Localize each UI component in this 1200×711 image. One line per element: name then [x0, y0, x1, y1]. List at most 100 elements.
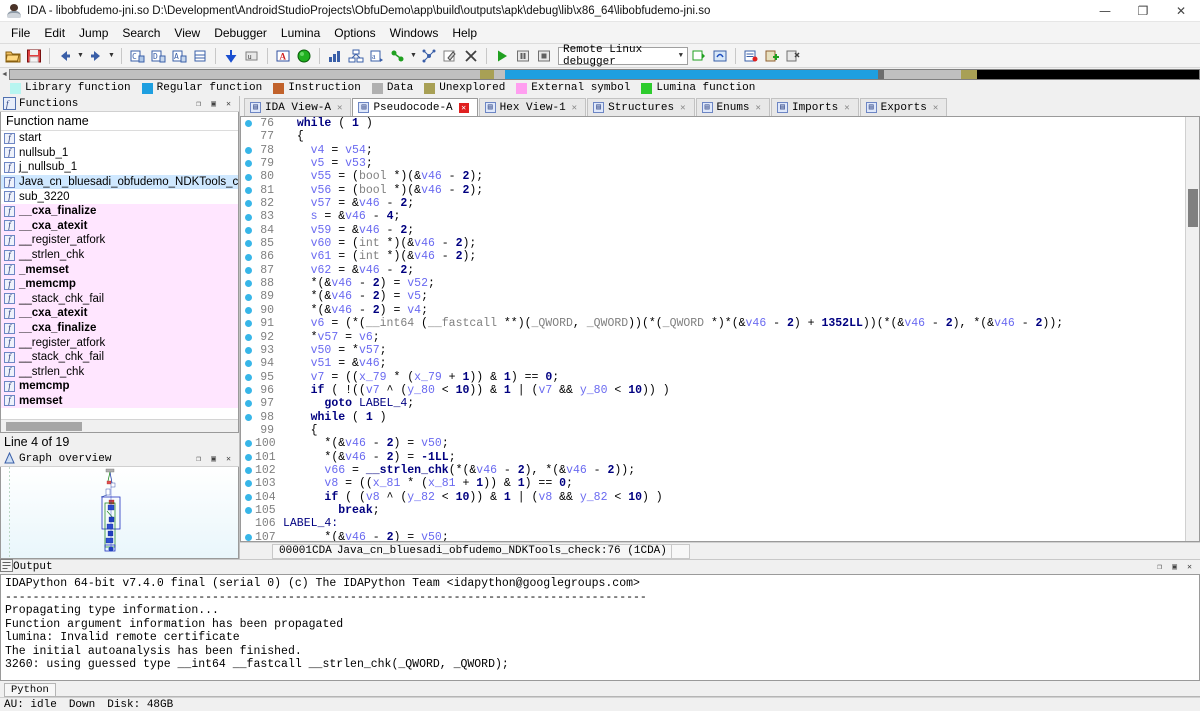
breakpoint-marker-icon[interactable]	[241, 307, 255, 314]
menu-windows[interactable]: Windows	[383, 23, 446, 43]
code-line[interactable]: 86 v61 = (int *)(&v46 - 2);	[241, 250, 1185, 263]
breakpoint-marker-icon[interactable]	[241, 534, 255, 541]
tab-close-icon[interactable]: ✕	[459, 103, 469, 113]
restore-icon[interactable]: ❐	[192, 452, 205, 465]
function-list-item[interactable]: f__strlen_chk	[1, 365, 238, 380]
tab-imports[interactable]: ▤Imports✕	[771, 98, 859, 116]
code-line[interactable]: 105 break;	[241, 504, 1185, 517]
breakpoint-marker-icon[interactable]	[241, 120, 255, 127]
pause-icon[interactable]	[513, 46, 533, 66]
breakpoint-marker-icon[interactable]	[241, 294, 255, 301]
tab-close-icon[interactable]: ✕	[680, 103, 685, 113]
output-log[interactable]: IDAPython 64-bit v7.4.0 final (serial 0)…	[0, 574, 1200, 681]
menu-debugger[interactable]: Debugger	[207, 23, 274, 43]
function-list-item[interactable]: f__stack_chk_fail	[1, 350, 238, 365]
restore-button[interactable]: ❐	[1124, 0, 1162, 22]
function-list-item[interactable]: fsub_3220	[1, 189, 238, 204]
calls-icon[interactable]	[388, 46, 408, 66]
tab-exports[interactable]: ▤Exports✕	[860, 98, 948, 116]
scrollbar-thumb[interactable]	[1188, 189, 1198, 227]
green-circle-icon[interactable]	[294, 46, 314, 66]
function-list-item[interactable]: fnullsub_1	[1, 146, 238, 161]
new-struct-icon[interactable]	[190, 46, 210, 66]
maximize-icon[interactable]: ▣	[207, 452, 220, 465]
function-list-item[interactable]: f__register_atfork	[1, 335, 238, 350]
code-line[interactable]: 91 v6 = (*(__int64 (__fastcall **)(_QWOR…	[241, 317, 1185, 330]
code-line[interactable]: 94 v51 = &v46;	[241, 357, 1185, 370]
code-line[interactable]: 85 v60 = (int *)(&v46 - 2);	[241, 237, 1185, 250]
step-over-icon[interactable]	[710, 46, 730, 66]
code-line[interactable]: 78 v4 = v54;	[241, 144, 1185, 157]
close-icon[interactable]: ✕	[1183, 561, 1196, 574]
menu-jump[interactable]: Jump	[72, 23, 115, 43]
new-data-icon[interactable]: D	[148, 46, 168, 66]
forward-dropdown-icon[interactable]: ▼	[107, 46, 116, 66]
breakpoint-marker-icon[interactable]	[241, 147, 255, 154]
navigation-band-track[interactable]	[9, 69, 1200, 80]
functions-list[interactable]: fstartfnullsub_1fj_nullsub_1fJava_cn_blu…	[1, 131, 238, 419]
tab-close-icon[interactable]: ✕	[844, 103, 849, 113]
breakpoint-marker-icon[interactable]	[241, 254, 255, 261]
menu-help[interactable]: Help	[445, 23, 484, 43]
code-line[interactable]: 93 v50 = *v57;	[241, 344, 1185, 357]
back-dropdown-icon[interactable]: ▼	[76, 46, 85, 66]
undefine-icon[interactable]: u	[242, 46, 262, 66]
stop-icon[interactable]	[534, 46, 554, 66]
code-line[interactable]: 107 *(&v46 - 2) = v50;	[241, 531, 1185, 541]
add-breakpoint-icon[interactable]	[762, 46, 782, 66]
function-list-item[interactable]: fmemset	[1, 394, 238, 409]
breakpoint-marker-icon[interactable]	[241, 374, 255, 381]
python-input-field[interactable]	[56, 683, 1200, 697]
new-code-icon[interactable]: C	[127, 46, 147, 66]
function-list-item[interactable]: f__cxa_finalize	[1, 321, 238, 336]
breakpoint-marker-icon[interactable]	[241, 174, 255, 181]
function-list-item[interactable]: f__stack_chk_fail	[1, 292, 238, 307]
maximize-icon[interactable]: ▣	[1168, 561, 1181, 574]
forward-arrow-icon[interactable]	[86, 46, 106, 66]
code-line[interactable]: 98 while ( 1 )	[241, 411, 1185, 424]
breakpoint-marker-icon[interactable]	[241, 440, 255, 447]
breakpoint-marker-icon[interactable]	[241, 187, 255, 194]
tab-close-icon[interactable]: ✕	[572, 103, 577, 113]
breakpoint-marker-icon[interactable]	[241, 360, 255, 367]
save-icon[interactable]	[24, 46, 44, 66]
python-tab[interactable]: Python	[4, 683, 56, 697]
code-line[interactable]: 90 *(&v46 - 2) = v4;	[241, 304, 1185, 317]
breakpoint-marker-icon[interactable]	[241, 200, 255, 207]
pseudocode-text-area[interactable]: 76 while ( 1 )77 {78 v4 = v54;79 v5 = v5…	[241, 117, 1185, 541]
code-line[interactable]: 87 v62 = &v46 - 2;	[241, 264, 1185, 277]
close-icon[interactable]: ✕	[222, 97, 235, 110]
back-arrow-icon[interactable]	[55, 46, 75, 66]
breakpoint-marker-icon[interactable]	[241, 227, 255, 234]
close-icon[interactable]: ✕	[222, 452, 235, 465]
function-list-item[interactable]: f_memset	[1, 262, 238, 277]
minimize-button[interactable]: —	[1086, 0, 1124, 22]
scrollbar-thumb[interactable]	[6, 422, 82, 431]
down-arrow-icon[interactable]	[221, 46, 241, 66]
graph-overview-body[interactable]	[0, 467, 239, 559]
breakpoint-marker-icon[interactable]	[241, 334, 255, 341]
nav-left-arrow-icon[interactable]: ◄	[0, 68, 9, 80]
code-line[interactable]: 101 *(&v46 - 2) = -1LL;	[241, 451, 1185, 464]
delete-x-icon[interactable]	[461, 46, 481, 66]
tab-close-icon[interactable]: ✕	[337, 103, 342, 113]
menu-search[interactable]: Search	[115, 23, 167, 43]
function-list-item[interactable]: f__cxa_atexit	[1, 219, 238, 234]
breakpoint-marker-icon[interactable]	[241, 494, 255, 501]
xrefs-icon[interactable]: a	[367, 46, 387, 66]
function-list-item[interactable]: fJava_cn_bluesadi_obfudemo_NDKTools_chec…	[1, 175, 238, 190]
breakpoint-marker-icon[interactable]	[241, 347, 255, 354]
restore-icon[interactable]: ❐	[192, 97, 205, 110]
menu-edit[interactable]: Edit	[37, 23, 72, 43]
menu-view[interactable]: View	[167, 23, 207, 43]
function-list-item[interactable]: f_memcmp	[1, 277, 238, 292]
function-list-item[interactable]: f__register_atfork	[1, 233, 238, 248]
restore-icon[interactable]: ❐	[1153, 561, 1166, 574]
code-line[interactable]: 83 s = &v46 - 4;	[241, 210, 1185, 223]
breakpoint-marker-icon[interactable]	[241, 400, 255, 407]
breakpoint-marker-icon[interactable]	[241, 480, 255, 487]
debugger-select[interactable]: Remote Linux debugger ▼	[558, 47, 688, 65]
tab-ida-view-a[interactable]: ▤IDA View-A✕	[244, 98, 351, 116]
code-line[interactable]: 106LABEL_4:	[241, 517, 1185, 530]
code-line[interactable]: 104 if ( (v8 ^ (y_82 < 10)) & 1 | (v8 &&…	[241, 491, 1185, 504]
